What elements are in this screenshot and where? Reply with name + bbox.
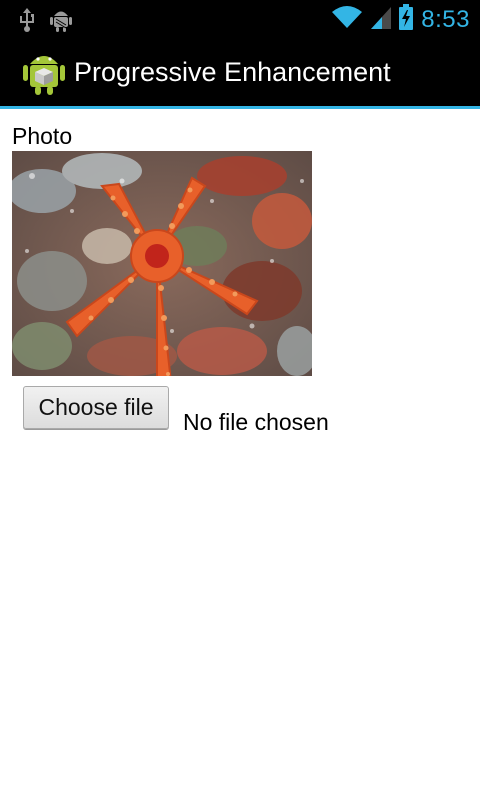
notification-icons [18, 7, 72, 38]
photo-starfish [12, 151, 312, 376]
app-title: Progressive Enhancement [74, 57, 391, 87]
android-app-icon[interactable] [22, 50, 66, 96]
android-debug-icon [50, 7, 72, 38]
status-clock: 8:53 [421, 5, 470, 33]
signal-icon [371, 5, 392, 34]
file-status-text: No file chosen [183, 409, 329, 435]
photo-label: Photo [12, 123, 73, 149]
status-bar: 8:53 [0, 0, 480, 38]
usb-icon [18, 8, 36, 37]
system-icons: 8:53 [331, 4, 470, 35]
battery-charging-icon [399, 4, 414, 35]
choose-file-button[interactable]: Choose file [23, 386, 169, 429]
wifi-icon [331, 5, 363, 34]
action-bar: Progressive Enhancement [0, 38, 480, 109]
